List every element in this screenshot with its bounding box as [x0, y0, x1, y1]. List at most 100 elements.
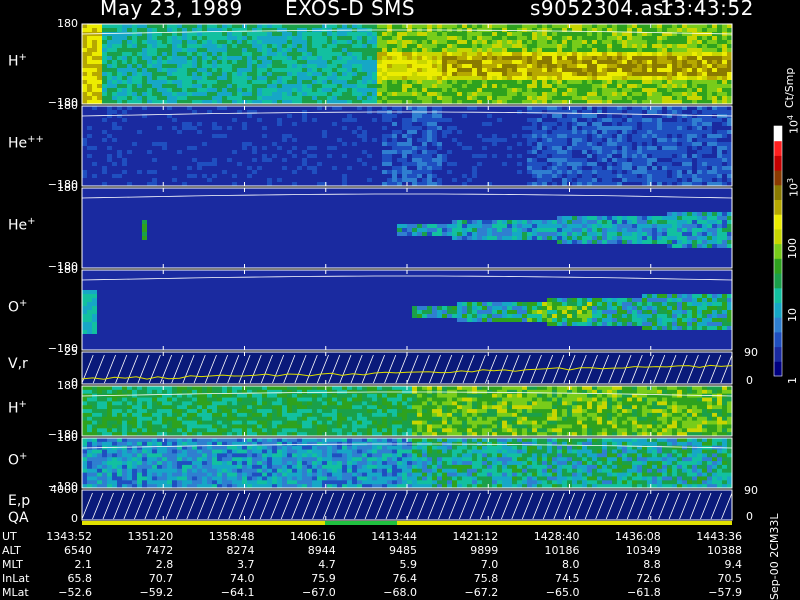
- heat-cell: [82, 36, 88, 41]
- heat-cell: [437, 32, 443, 37]
- heat-cell: [242, 48, 248, 53]
- heat-cell: [432, 154, 438, 159]
- heat-cell: [112, 162, 118, 167]
- heat-cell: [707, 60, 713, 65]
- heat-cell: [192, 146, 198, 151]
- heat-cell: [392, 88, 398, 93]
- heat-cell: [557, 96, 563, 101]
- heat-cell: [332, 178, 338, 183]
- heat-cell: [617, 56, 623, 61]
- heat-cell: [112, 150, 118, 155]
- heat-cell: [352, 96, 358, 101]
- heat-cell: [202, 122, 208, 127]
- heat-cell: [397, 24, 403, 29]
- heat-cell: [112, 110, 118, 115]
- heat-cell: [617, 166, 623, 171]
- heat-cell: [517, 130, 523, 135]
- heat-cell: [502, 68, 508, 73]
- heat-cell: [587, 146, 593, 151]
- heat-cell: [242, 36, 248, 41]
- heat-cell: [137, 56, 143, 61]
- heat-cell: [292, 150, 298, 155]
- heat-cell: [572, 40, 578, 45]
- heat-cell: [187, 88, 193, 93]
- heat-cell: [192, 106, 198, 111]
- heat-cell: [497, 106, 503, 111]
- heat-cell: [412, 24, 418, 29]
- heat-cell: [362, 60, 368, 65]
- heat-cell: [657, 142, 663, 147]
- heat-cell: [97, 56, 103, 61]
- heat-cell: [377, 96, 383, 101]
- heat-cell: [432, 166, 438, 171]
- heat-cell: [327, 134, 333, 139]
- heat-cell: [377, 84, 383, 89]
- heat-cell: [557, 146, 563, 151]
- heat-cell: [687, 52, 693, 57]
- heat-cell: [132, 162, 138, 167]
- heat-cell: [207, 126, 213, 131]
- heat-cell: [627, 24, 633, 29]
- heat-cell: [132, 92, 138, 97]
- heat-cell: [467, 32, 473, 37]
- heat-cell: [597, 48, 603, 53]
- heat-cell: [147, 134, 153, 139]
- heat-cell: [172, 154, 178, 159]
- heat-cell: [602, 174, 608, 179]
- heat-cell: [287, 118, 293, 123]
- heat-cell: [207, 150, 213, 155]
- heat-cell: [117, 170, 123, 175]
- heat-cell: [122, 32, 128, 37]
- heat-cell: [627, 106, 633, 111]
- heat-cell: [677, 96, 683, 101]
- heat-cell: [332, 154, 338, 159]
- heat-cell: [572, 122, 578, 127]
- heat-cell: [182, 92, 188, 97]
- heat-cell: [722, 48, 728, 53]
- heat-cell: [447, 44, 453, 49]
- heat-cell: [262, 40, 268, 45]
- heat-cell: [347, 106, 353, 111]
- heat-cell: [512, 96, 518, 101]
- heat-cell: [177, 110, 183, 115]
- heat-cell: [332, 68, 338, 73]
- heat-cell: [427, 150, 433, 155]
- heat-cell: [512, 40, 518, 45]
- heat-cell: [532, 146, 538, 151]
- heat-cell: [247, 28, 253, 33]
- heat-cell: [532, 40, 538, 45]
- heat-cell: [457, 178, 463, 183]
- heat-cell: [522, 92, 528, 97]
- heat-cell: [337, 158, 343, 163]
- heat-cell: [577, 114, 583, 119]
- heat-cell: [337, 114, 343, 119]
- heat-cell: [567, 80, 573, 85]
- heat-cell: [592, 178, 598, 183]
- heat-cell: [397, 114, 403, 119]
- heat-cell: [242, 174, 248, 179]
- heat-cell: [267, 44, 273, 49]
- heat-cell: [452, 40, 458, 45]
- heat-cell: [352, 92, 358, 97]
- heat-cell: [262, 88, 268, 93]
- heat-cell: [187, 162, 193, 167]
- heat-cell: [342, 178, 348, 183]
- heat-cell: [517, 36, 523, 41]
- heat-cell: [492, 52, 498, 57]
- heat-cell: [212, 138, 218, 143]
- heat-cell: [547, 150, 553, 155]
- heat-cell: [177, 126, 183, 131]
- heat-cell: [517, 170, 523, 175]
- heat-cell: [312, 96, 318, 101]
- heat-cell: [322, 146, 328, 151]
- heat-cell: [87, 40, 93, 45]
- heat-cell: [167, 158, 173, 163]
- heat-cell: [312, 166, 318, 171]
- heat-cell: [612, 36, 618, 41]
- heat-cell: [87, 110, 93, 115]
- heat-cell: [652, 92, 658, 97]
- heat-cell: [627, 80, 633, 85]
- heat-cell: [107, 52, 113, 57]
- heat-cell: [462, 154, 468, 159]
- heat-cell: [552, 130, 558, 135]
